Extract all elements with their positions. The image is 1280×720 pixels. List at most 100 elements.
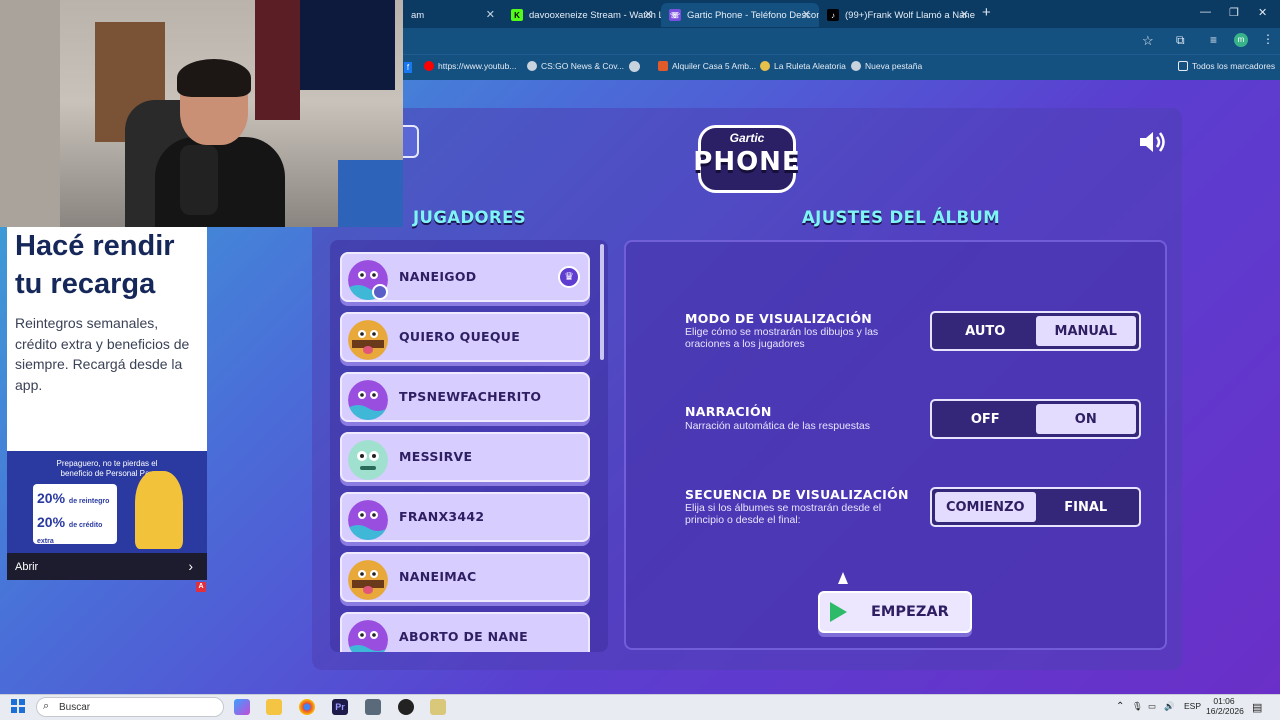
start-button[interactable]: EMPEZAR [818, 591, 972, 633]
close-icon[interactable]: ✕ [960, 8, 969, 21]
gartic-phone-logo: Gartic PHONE [688, 125, 806, 197]
setting-title: NARRACIÓN [685, 404, 772, 419]
webcam-overlay [0, 0, 403, 227]
app-icon[interactable] [430, 699, 446, 715]
clock-date: 16/2/2026 [1206, 706, 1244, 716]
player-card: ABORTO DE NANE [340, 612, 590, 652]
narration-toggle: OFF ON [930, 399, 1141, 439]
option-manual[interactable]: MANUAL [1035, 316, 1136, 346]
clock[interactable]: 01:06 16/2/2026 [1206, 696, 1244, 716]
ad-image-text: beneficio de Personal Pay [60, 469, 154, 478]
close-icon[interactable]: ✕ [802, 8, 811, 21]
ad-open-button[interactable]: Abrir › [7, 553, 207, 580]
display-mode-toggle: AUTO MANUAL [930, 311, 1141, 351]
restore-icon[interactable]: ❐ [1229, 6, 1239, 19]
ad-image: Prepaguero, no te pierdas el beneficio de… [7, 451, 207, 553]
avatar [348, 320, 388, 360]
setting-description: Elija si los álbumes se mostrarán desde … [685, 502, 882, 526]
search-icon: ⌕ [43, 700, 50, 712]
player-card: QUIERO QUEQUE [340, 312, 590, 362]
player-name: FRANX3442 [399, 509, 485, 524]
bookmark-csgo[interactable]: CS:GO News & Cov... [527, 61, 624, 71]
tab-label: Gartic Phone - Teléfono Descon [687, 9, 819, 21]
youtube-icon [424, 61, 434, 71]
network-icon[interactable]: ▭ [1148, 701, 1156, 712]
volume-icon[interactable]: 🔊 [1164, 701, 1175, 712]
extensions-icon[interactable]: ⧉ [1176, 33, 1185, 48]
option-comienzo[interactable]: COMIENZO [935, 492, 1036, 522]
setting-title: SECUENCIA DE VISUALIZACIÓN [685, 487, 909, 502]
player-name: MESSIRVE [399, 449, 473, 464]
mic-icon[interactable]: 🎙 [1132, 701, 1143, 712]
file-explorer-icon[interactable] [266, 699, 282, 715]
back-button[interactable] [403, 125, 419, 158]
profile-avatar[interactable]: m [1234, 33, 1248, 47]
taskbar-search[interactable]: ⌕ Buscar [36, 697, 224, 717]
setting-description: Narración automática de las respuestas [685, 420, 871, 432]
tab-kick[interactable]: K davooxeneize Stream - Watch L ✕ [503, 3, 661, 27]
facebook-icon[interactable]: f [404, 62, 412, 73]
player-name: NANEIMAC [399, 569, 477, 584]
player-card: NANEIMAC [340, 552, 590, 602]
bookmark-label: CS:GO News & Cov... [541, 61, 624, 71]
setting-description: Elige cómo se mostrarán los dibujos y la… [685, 326, 879, 350]
star-icon[interactable]: ☆ [1142, 33, 1154, 49]
tab-gartic[interactable]: ☏ Gartic Phone - Teléfono Descon ✕ [661, 3, 819, 27]
bookmark-label: Todos los marcadores [1192, 61, 1276, 71]
language-indicator[interactable]: ESP [1184, 701, 1201, 711]
folder-icon [1178, 61, 1188, 71]
bookmark-ruleta[interactable]: La Ruleta Aleatoria [760, 61, 846, 71]
ad-body: Reintegros semanales, crédito extra y be… [15, 315, 190, 393]
promo-value: 20% [37, 490, 66, 506]
settings-heading: AJUSTES DEL ÁLBUM [802, 208, 1001, 227]
option-final[interactable]: FINAL [1036, 492, 1137, 522]
copilot-icon[interactable] [234, 699, 250, 715]
globe-icon[interactable] [629, 61, 640, 72]
minimize-icon[interactable]: — [1200, 6, 1211, 18]
notifications-icon[interactable]: ▤ [1252, 701, 1262, 714]
player-list-scrollbar[interactable] [600, 244, 604, 360]
avatar [348, 500, 388, 540]
play-icon [830, 602, 847, 622]
bookmark-youtube[interactable]: https://www.youtub... [424, 61, 516, 71]
option-off[interactable]: OFF [935, 404, 1036, 434]
tab-label: am [411, 9, 425, 21]
avatar [348, 380, 388, 420]
bookmark-alquiler[interactable]: Alquiler Casa 5 Amb... [658, 61, 756, 71]
close-icon[interactable]: ✕ [486, 8, 495, 21]
promo-value: 20% [37, 514, 66, 530]
chevron-up-icon[interactable]: ⌃ [1116, 701, 1124, 712]
media-icon[interactable]: ≡ [1210, 33, 1217, 47]
obs-icon[interactable] [398, 699, 414, 715]
avatar [348, 440, 388, 480]
all-bookmarks[interactable]: Todos los marcadores [1178, 61, 1275, 71]
sequence-toggle: COMIENZO FINAL [930, 487, 1141, 527]
close-icon[interactable]: ✕ [644, 8, 653, 21]
option-auto[interactable]: AUTO [935, 316, 1036, 346]
ad-choices-icon[interactable]: A [196, 582, 206, 592]
ad-image-text: Prepaguero, no te pierdas el [56, 459, 158, 468]
mouse-cursor-icon [838, 572, 848, 584]
crown-icon: ♛ [558, 266, 580, 288]
kick-icon: K [511, 9, 523, 21]
avatar [348, 560, 388, 600]
windows-start-icon[interactable] [11, 699, 25, 713]
bookmark-label: La Ruleta Aleatoria [774, 61, 846, 71]
logo-top-text: Gartic [729, 131, 765, 145]
tab-stream[interactable]: am ✕ [403, 3, 503, 27]
ad-banner[interactable]: Hacé rendir tu recarga Reintegros semana… [7, 227, 207, 580]
speaker-icon[interactable] [1138, 129, 1168, 155]
menu-icon[interactable]: ⋮ [1262, 32, 1274, 46]
gartic-icon: ☏ [669, 9, 681, 21]
chrome-icon[interactable] [299, 699, 315, 715]
option-on[interactable]: ON [1035, 404, 1136, 434]
bookmark-nueva[interactable]: Nueva pestaña [851, 61, 922, 71]
new-tab-button[interactable]: + [982, 5, 991, 20]
calculator-icon[interactable] [365, 699, 381, 715]
bookmark-label: https://www.youtub... [438, 61, 517, 71]
ad-person-illustration [135, 471, 183, 549]
bookmark-label: Nueva pestaña [865, 61, 923, 71]
premiere-icon[interactable]: Pr [332, 699, 348, 715]
tab-tiktok[interactable]: ♪ (99+)Frank Wolf Llamó a Nane ✕ [819, 3, 977, 27]
close-window-icon[interactable]: ✕ [1258, 6, 1267, 19]
